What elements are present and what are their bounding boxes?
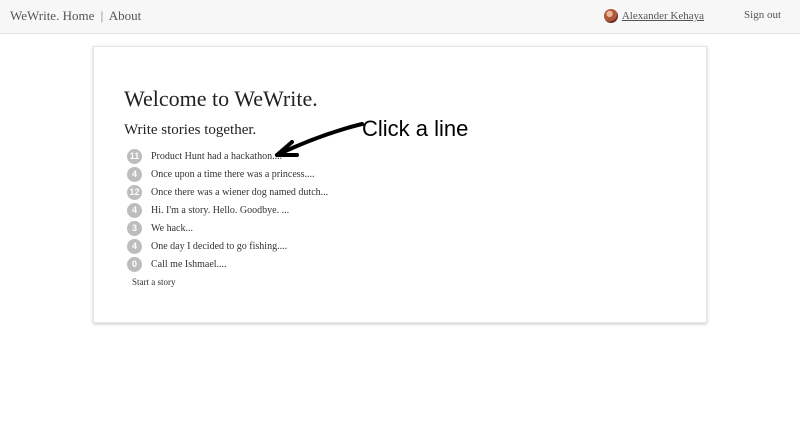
story-count-badge: 4 [127,238,142,254]
story-item[interactable]: 4 Once upon a time there was a princess..… [127,165,328,183]
story-text: One day I decided to go fishing.... [151,240,288,252]
annotation-label: Click a line [362,116,469,141]
home-link[interactable]: Home [63,8,95,23]
story-count-badge: 11 [127,148,142,164]
user-profile-link[interactable]: Alexander Kehaya [603,9,704,23]
page-subtitle: Write stories together. [124,122,257,138]
story-item[interactable]: 4 Hi. I'm a story. Hello. Goodbye. ... [127,201,328,219]
story-count-badge: 12 [127,184,142,200]
story-list: 11 Product Hunt had a hackathon.... 4 Once … [127,147,328,273]
main-card: Welcome to WeWrite. Write stories togeth… [93,46,707,323]
user-name: Alexander Kehaya [621,10,704,22]
sign-out-link[interactable]: Sign out [744,9,781,21]
nav-separator: | [100,8,104,23]
avatar [603,9,618,23]
story-count-badge: 4 [127,202,142,218]
story-item[interactable]: 0 Call me Ishmael.... [127,255,328,273]
story-count-badge: 4 [127,166,142,182]
about-link[interactable]: About [109,8,142,23]
story-text: Hi. I'm a story. Hello. Goodbye. ... [151,204,290,216]
page-title: Welcome to WeWrite. [124,86,318,111]
story-text: Once upon a time there was a princess...… [151,168,315,180]
navbar-brand-group: WeWrite. Home | About [10,8,141,24]
story-text: Call me Ishmael.... [151,258,227,270]
story-item[interactable]: 4 One day I decided to go fishing.... [127,237,328,255]
start-story-link[interactable]: Start a story [132,277,176,287]
story-count-badge: 0 [127,256,142,272]
story-text: We hack... [151,222,193,234]
story-count-badge: 3 [127,220,142,236]
navbar: WeWrite. Home | About Alexander Kehaya S… [0,0,800,34]
story-text: Once there was a wiener dog named dutch.… [151,186,329,198]
annotation-arrow-icon [275,122,364,157]
brand-link[interactable]: WeWrite. [10,8,59,23]
story-item[interactable]: 12 Once there was a wiener dog named dutc… [127,183,328,201]
story-item[interactable]: 3 We hack... [127,219,328,237]
story-text: Product Hunt had a hackathon.... [151,150,283,162]
